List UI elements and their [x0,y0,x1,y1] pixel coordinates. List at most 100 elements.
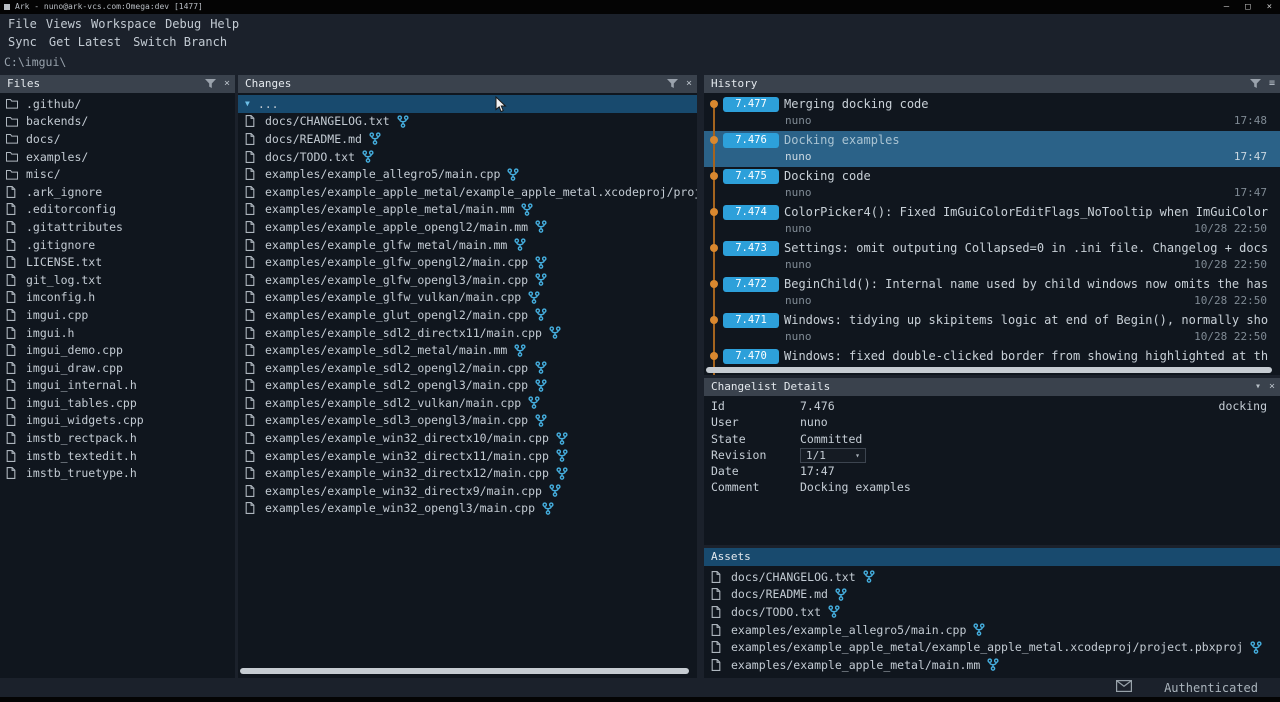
asset-row[interactable]: examples/example_apple_metal/example_app… [704,638,1280,656]
changed-file-row[interactable]: examples/example_sdl2_vulkan/main.cpp [238,394,697,412]
changed-file-row[interactable]: examples/example_glfw_opengl3/main.cpp [238,271,697,289]
file-tree-item[interactable]: docs/ [0,130,235,148]
changed-file-row[interactable]: examples/example_sdl2_metal/main.mm [238,341,697,359]
toolbar-button-switch-branch[interactable]: Switch Branch [133,35,227,49]
file-tree-item[interactable]: .editorconfig [0,201,235,219]
changed-file-row[interactable]: examples/example_sdl2_directx11/main.cpp [238,324,697,342]
changed-file-row[interactable]: examples/example_win32_directx9/main.cpp [238,482,697,500]
file-tree-item[interactable]: examples/ [0,148,235,166]
commit-row[interactable]: 7.472BeginChild(): Internal name used by… [704,275,1280,311]
changeset-badge: 7.472 [723,277,779,292]
asset-row[interactable]: examples/example_apple_metal/main.mm [704,656,1280,674]
assets-panel-header[interactable]: Assets [704,548,1280,566]
commit-row[interactable]: 7.473Settings: omit outputing Collapsed=… [704,239,1280,275]
file-icon [6,362,20,374]
close-button[interactable]: × [1267,0,1272,14]
toolbar-button-sync[interactable]: Sync [8,35,37,49]
file-tree-item[interactable]: imstb_rectpack.h [0,429,235,447]
asset-row[interactable]: docs/CHANGELOG.txt [704,568,1280,586]
changed-file-path: examples/example_win32_directx12/main.cp… [265,466,549,480]
minimize-button[interactable]: — [1224,0,1229,14]
changes-list: ▼...docs/CHANGELOG.txtdocs/README.mddocs… [238,95,697,517]
menu-item-file[interactable]: File [8,17,37,31]
file-tree-item[interactable]: imgui.cpp [0,306,235,324]
file-tree-item[interactable]: imgui_widgets.cpp [0,412,235,430]
changes-root-row[interactable]: ▼... [238,95,697,113]
close-icon[interactable]: × [686,75,692,93]
file-tree-item[interactable]: git_log.txt [0,271,235,289]
changed-file-row[interactable]: examples/example_apple_metal/example_app… [238,183,697,201]
close-icon[interactable]: × [1269,378,1275,396]
changed-file-row[interactable]: examples/example_win32_opengl3/main.cpp [238,500,697,518]
commit-row[interactable]: 7.477Merging docking codenuno17:48 [704,95,1280,131]
filter-icon[interactable] [1250,79,1261,89]
file-tree-item[interactable]: .ark_ignore [0,183,235,201]
window-title: Ark - nuno@ark-vcs.com:Omega:dev [1477] [15,0,203,14]
file-icon [245,186,259,198]
menu-item-views[interactable]: Views [46,17,82,31]
changes-panel-title: Changes [245,77,291,90]
maximize-button[interactable]: □ [1245,0,1250,14]
changed-file-row[interactable]: examples/example_glut_opengl2/main.cpp [238,306,697,324]
changed-file-row[interactable]: examples/example_glfw_vulkan/main.cpp [238,289,697,307]
asset-row[interactable]: docs/TODO.txt [704,603,1280,621]
changed-file-row[interactable]: docs/TODO.txt [238,148,697,166]
file-tree-item[interactable]: .gitignore [0,236,235,254]
filter-icon[interactable] [205,79,216,89]
changed-file-row[interactable]: docs/CHANGELOG.txt [238,113,697,131]
changed-file-row[interactable]: examples/example_glfw_metal/main.mm [238,236,697,254]
changed-file-row[interactable]: examples/example_win32_directx10/main.cp… [238,429,697,447]
file-name: imgui_demo.cpp [26,343,123,357]
file-tree-item[interactable]: LICENSE.txt [0,253,235,271]
commit-row[interactable]: 7.471Windows: tidying up skipitems logic… [704,311,1280,347]
menu-icon[interactable]: ≡ [1269,75,1275,93]
file-tree-item[interactable]: imgui_demo.cpp [0,341,235,359]
file-tree-item[interactable]: imgui_internal.h [0,377,235,395]
file-tree-item[interactable]: imgui_tables.cpp [0,394,235,412]
changed-file-path: examples/example_glfw_opengl2/main.cpp [265,255,528,269]
changed-file-row[interactable]: examples/example_sdl3_opengl3/main.cpp [238,412,697,430]
scrollbar-thumb[interactable] [240,668,689,674]
expander-icon[interactable]: ▼ [245,99,250,108]
commit-row[interactable]: 7.475Docking codenuno17:47 [704,167,1280,203]
branch-icon [535,361,547,374]
scrollbar-thumb[interactable] [706,367,1272,373]
file-tree-item[interactable]: .github/ [0,95,235,113]
changed-file-row[interactable]: examples/example_sdl2_opengl3/main.cpp [238,377,697,395]
file-tree-item[interactable]: .gitattributes [0,218,235,236]
folder-icon [6,98,20,109]
file-tree-item[interactable]: imstb_truetype.h [0,464,235,482]
file-tree-item[interactable]: misc/ [0,165,235,183]
changes-hscrollbar[interactable] [238,667,697,675]
changed-file-row[interactable]: examples/example_apple_metal/main.mm [238,201,697,219]
menu-item-debug[interactable]: Debug [165,17,201,31]
changed-file-row[interactable]: examples/example_sdl2_opengl2/main.cpp [238,359,697,377]
menu-item-help[interactable]: Help [210,17,239,31]
commit-row[interactable]: 7.474ColorPicker4(): Fixed ImGuiColorEdi… [704,203,1280,239]
asset-row[interactable]: examples/example_allegro5/main.cpp [704,621,1280,639]
mail-icon[interactable] [1116,680,1132,695]
file-tree-item[interactable]: imconfig.h [0,289,235,307]
asset-row[interactable]: docs/README.md [704,586,1280,604]
file-tree-item[interactable]: imgui.h [0,324,235,342]
changed-file-row[interactable]: examples/example_win32_directx12/main.cp… [238,464,697,482]
file-tree-item[interactable]: backends/ [0,113,235,131]
menu-item-workspace[interactable]: Workspace [91,17,156,31]
changed-file-row[interactable]: docs/README.md [238,130,697,148]
changed-file-row[interactable]: examples/example_apple_opengl2/main.mm [238,218,697,236]
changed-file-path: examples/example_glfw_metal/main.mm [265,238,507,252]
close-icon[interactable]: × [224,75,230,93]
file-icon [245,168,259,180]
commit-row[interactable]: 7.476Docking examplesnuno17:47 [704,131,1280,167]
toolbar-button-get-latest[interactable]: Get Latest [49,35,121,49]
changed-file-row[interactable]: examples/example_allegro5/main.cpp [238,165,697,183]
changeset-badge: 7.471 [723,313,779,328]
history-hscrollbar[interactable] [704,366,1280,374]
filter-icon[interactable] [667,79,678,89]
chevron-down-icon[interactable]: ▾ [1255,378,1261,396]
changed-file-row[interactable]: examples/example_win32_directx11/main.cp… [238,447,697,465]
revision-dropdown[interactable]: 1/1▾ [800,448,866,463]
file-tree-item[interactable]: imgui_draw.cpp [0,359,235,377]
file-tree-item[interactable]: imstb_textedit.h [0,447,235,465]
changed-file-row[interactable]: examples/example_glfw_opengl2/main.cpp [238,253,697,271]
